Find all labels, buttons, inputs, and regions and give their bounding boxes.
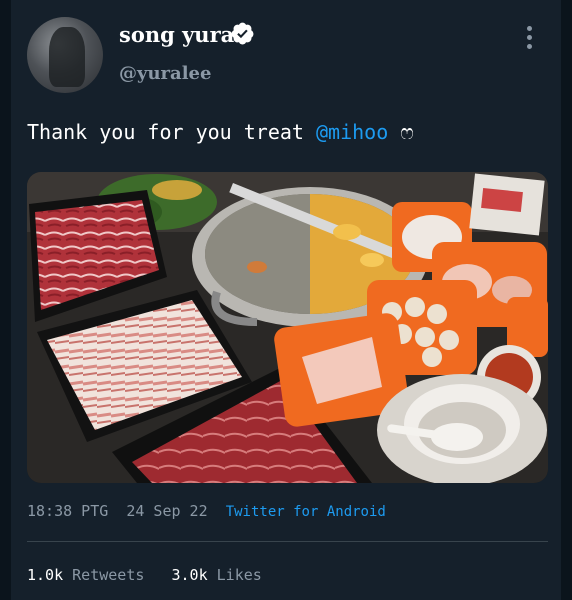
source-link[interactable]: Twitter for Android bbox=[226, 504, 386, 520]
likes-count[interactable]: 3.0k bbox=[172, 566, 208, 584]
tweet-date: 24 Sep 22 bbox=[126, 502, 208, 520]
more-vertical-icon[interactable] bbox=[520, 26, 538, 52]
divider bbox=[27, 541, 548, 542]
tweet-time: 18:38 PTG bbox=[27, 502, 109, 520]
window-frame-left bbox=[0, 0, 11, 600]
likes-label[interactable]: Likes bbox=[217, 566, 262, 584]
tweet-stats: 1.0k Retweets 3.0k Likes bbox=[27, 566, 262, 584]
tweet-photo[interactable] bbox=[27, 172, 548, 483]
avatar[interactable] bbox=[27, 17, 103, 93]
tweet-body: Thank you for you treat bbox=[27, 120, 316, 144]
verified-badge-icon bbox=[231, 22, 254, 45]
tweet-text: Thank you for you treat @mihoo ෆ bbox=[27, 120, 414, 144]
display-name[interactable]: song yura bbox=[119, 22, 234, 47]
user-handle[interactable]: @yuralee bbox=[119, 63, 211, 84]
window-frame-right bbox=[561, 0, 572, 600]
mention-link[interactable]: @mihoo bbox=[316, 120, 388, 144]
retweets-count[interactable]: 1.0k bbox=[27, 566, 63, 584]
tweet-timestamp: 18:38 PTG 24 Sep 22 Twitter for Android bbox=[27, 502, 386, 520]
retweets-label[interactable]: Retweets bbox=[72, 566, 144, 584]
tweet-emoji: ෆ bbox=[400, 120, 414, 144]
hotpot-food-image bbox=[27, 172, 548, 483]
